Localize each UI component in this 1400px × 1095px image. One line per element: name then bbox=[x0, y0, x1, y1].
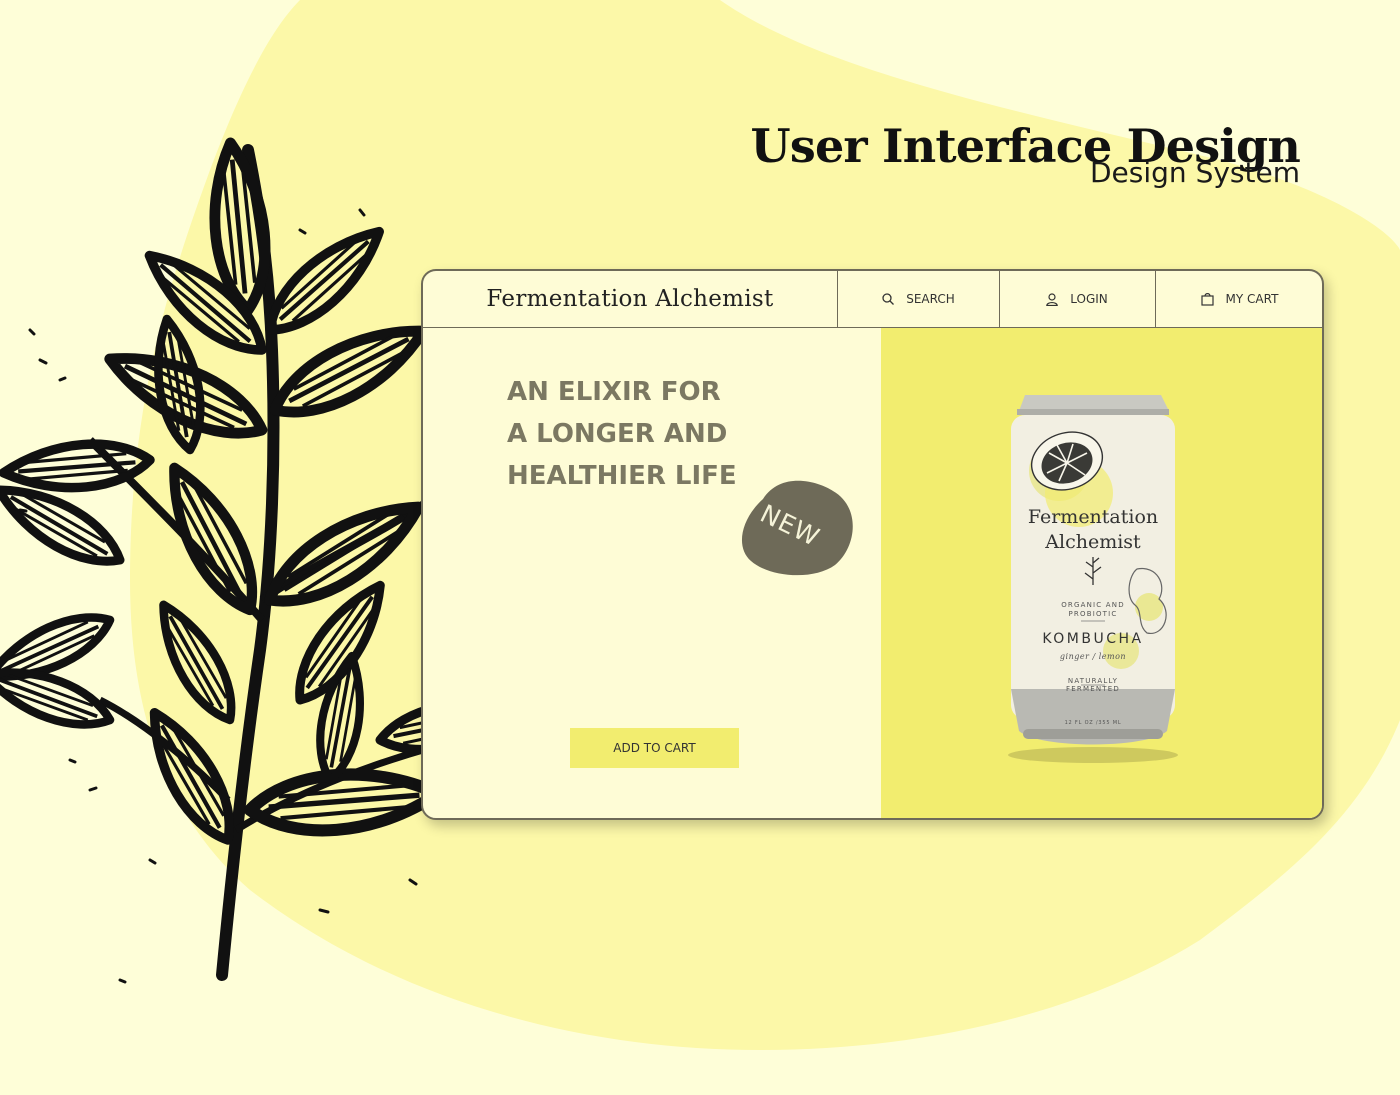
site-navbar: Fermentation Alchemist SEARCH LOGIN MY C… bbox=[423, 271, 1322, 328]
nav-login-button[interactable]: LOGIN bbox=[999, 271, 1154, 327]
search-icon bbox=[882, 293, 895, 305]
can-organic-line-2: PROBIOTIC bbox=[1068, 610, 1118, 618]
can-brand: Fermentation Alchemist bbox=[997, 505, 1189, 555]
can-fermented-text: NATURALLY FERMENTED bbox=[997, 677, 1189, 693]
can-product-name: KOMBUCHA bbox=[1042, 631, 1144, 647]
nav-cart-label: MY CART bbox=[1225, 292, 1279, 306]
kombucha-can-image bbox=[1008, 395, 1178, 763]
nav-search-label: SEARCH bbox=[906, 292, 955, 306]
tagline-line-2: A LONGER AND bbox=[507, 419, 728, 449]
page-subheading: Design System bbox=[1090, 156, 1300, 189]
website-mockup: Fermentation Alchemist SEARCH LOGIN MY C… bbox=[421, 269, 1324, 820]
can-brand-line-2: Alchemist bbox=[1045, 531, 1141, 553]
nav-cart-button[interactable]: MY CART bbox=[1155, 271, 1322, 327]
can-ferment-line-1: NATURALLY bbox=[1067, 677, 1119, 685]
add-to-cart-button[interactable]: ADD TO CART bbox=[570, 728, 739, 768]
nav-search-button[interactable]: SEARCH bbox=[837, 271, 999, 327]
can-organic-text: ORGANIC AND PROBIOTIC bbox=[997, 601, 1189, 619]
shopping-bag-icon bbox=[1200, 293, 1214, 306]
can-volume: 12 FL OZ /355 ML bbox=[1064, 720, 1122, 726]
user-icon bbox=[1046, 292, 1059, 306]
nav-login-label: LOGIN bbox=[1070, 292, 1108, 306]
can-ferment-line-2: FERMENTED bbox=[1066, 685, 1120, 693]
can-brand-line-1: Fermentation bbox=[1027, 506, 1159, 528]
tagline-line-3: HEALTHIER LIFE bbox=[507, 461, 737, 491]
tagline-line-1: AN ELIXIR FOR bbox=[507, 377, 721, 407]
hero-tagline: AN ELIXIR FOR A LONGER AND HEALTHIER LIF… bbox=[507, 371, 737, 497]
site-brand[interactable]: Fermentation Alchemist bbox=[423, 271, 837, 327]
can-organic-line-1: ORGANIC AND bbox=[1061, 601, 1125, 609]
can-flavor: ginger / lemon bbox=[1059, 652, 1127, 661]
